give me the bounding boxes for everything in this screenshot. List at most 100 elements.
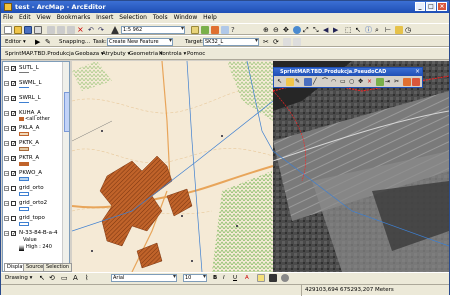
menu-window[interactable]: Window [172, 13, 200, 23]
layer-checkbox[interactable]: ✓ [11, 111, 16, 117]
close-icon[interactable]: × [415, 68, 420, 76]
undo-icon[interactable]: ↶ [88, 26, 96, 34]
cad-move-icon[interactable]: ✥ [358, 78, 366, 86]
font-size-combo[interactable]: 10 [183, 274, 207, 282]
edit-tool-icon[interactable]: ▶ [35, 38, 43, 46]
expand-icon[interactable]: − [4, 156, 9, 162]
layer-checkbox[interactable]: ✓ [11, 66, 16, 72]
save-icon[interactable] [24, 26, 32, 34]
font-color-button[interactable]: A [245, 274, 249, 282]
cad-circle-icon[interactable]: ○ [349, 78, 357, 86]
layer-item[interactable]: − ✓ PKTK_A [3, 139, 69, 153]
expand-icon[interactable]: − [4, 111, 9, 117]
model-builder-icon[interactable] [221, 26, 229, 34]
pan-icon[interactable]: ✥ [283, 26, 291, 34]
drawing-menu[interactable]: Drawing ▾ [5, 274, 32, 282]
redo-icon[interactable]: ↷ [98, 26, 106, 34]
select-features-icon[interactable]: ⬚ [345, 26, 353, 34]
menu-selection[interactable]: Selection [117, 13, 149, 23]
layer-checkbox[interactable]: ✓ [11, 81, 16, 87]
close-button[interactable]: × [437, 2, 447, 11]
maximize-button[interactable]: □ [426, 2, 436, 11]
cut-icon[interactable] [47, 26, 55, 34]
zoom-out-icon[interactable]: ⊖ [273, 26, 281, 34]
menu-kontrola[interactable]: Kontrola ▾ [159, 50, 186, 58]
tab-selection[interactable]: Selection [43, 263, 73, 272]
menu-bookmarks[interactable]: Bookmarks [55, 13, 93, 23]
layer-checkbox[interactable]: ✓ [11, 141, 16, 147]
identify-icon[interactable]: ⓘ [365, 26, 373, 34]
menu-geobaza[interactable]: Geobaza ▾ [75, 50, 104, 58]
toc-scroll-thumb[interactable] [64, 92, 69, 132]
target-combo[interactable]: SK32_L [203, 38, 259, 46]
forward-extent-icon[interactable]: ▶ [333, 26, 341, 34]
rectangle-icon[interactable]: ▭ [61, 274, 69, 282]
cad-save-icon[interactable] [304, 78, 312, 86]
expand-icon[interactable]: − [4, 141, 9, 147]
map-display[interactable] [72, 61, 449, 272]
copy-icon[interactable] [57, 26, 65, 34]
snapping-menu[interactable]: Snapping... [59, 38, 90, 46]
find-icon[interactable]: ⌕ [375, 26, 383, 34]
menu-insert[interactable]: Insert [94, 13, 115, 23]
measure-icon[interactable]: ⊢ [385, 26, 393, 34]
underline-button[interactable]: U [233, 274, 237, 282]
editor-menu[interactable]: Editor ▾ [5, 38, 26, 46]
layer-item[interactable]: − ✓ PKWO_A [3, 169, 69, 183]
layer-item[interactable]: − ✓ PKTR_A [3, 154, 69, 168]
cad-edit-icon[interactable]: ✎ [295, 78, 303, 86]
map-canvas[interactable] [72, 61, 449, 272]
whats-this-icon[interactable]: ? [231, 26, 239, 34]
fixed-zoom-out-icon[interactable]: ⤡ [313, 26, 321, 34]
menu-file[interactable]: File [1, 13, 15, 23]
layer-item[interactable]: − ✓ SUTL_L [3, 64, 69, 78]
fill-color-icon[interactable] [257, 274, 265, 282]
cad-trim-icon[interactable]: ✂ [394, 78, 402, 86]
layer-item[interactable]: − grid_orto [3, 184, 69, 198]
layer-item[interactable]: − ✓ SWRL_L [3, 94, 69, 108]
menu-help[interactable]: Help [201, 13, 219, 23]
arctoolbox-icon[interactable] [201, 26, 209, 34]
expand-icon[interactable]: − [4, 96, 9, 102]
cad-open-icon[interactable] [286, 78, 294, 86]
layer-checkbox[interactable]: ✓ [11, 231, 16, 237]
map-scale-combo[interactable]: 1:5 962 [121, 26, 185, 34]
layer-item[interactable]: − ✓ KUHA_A <all other [3, 109, 69, 123]
time-slider-icon[interactable]: ◷ [405, 26, 413, 34]
cad-line-icon[interactable]: ╱ [313, 78, 321, 86]
menu-edit[interactable]: Edit [17, 13, 33, 23]
expand-icon[interactable]: − [4, 216, 9, 222]
cad-stop-icon[interactable] [412, 78, 420, 86]
text-icon[interactable]: A [73, 274, 81, 282]
cad-close-polygon-icon[interactable] [403, 78, 411, 86]
layer-checkbox[interactable]: ✓ [11, 126, 16, 132]
layer-checkbox[interactable]: ✓ [11, 96, 16, 102]
cad-snap-icon[interactable] [376, 78, 384, 86]
select-elements-icon[interactable]: ↖ [39, 274, 47, 282]
expand-icon[interactable]: − [4, 81, 9, 87]
sketch-properties-icon[interactable] [293, 38, 301, 46]
marker-color-icon[interactable] [281, 274, 289, 282]
cad-pointer-icon[interactable]: ↖ [277, 78, 285, 86]
cad-rectangle-icon[interactable]: ▭ [340, 78, 348, 86]
font-combo[interactable]: Arial [111, 274, 177, 282]
print-icon[interactable] [34, 26, 42, 34]
task-combo[interactable]: Create New Feature [107, 38, 173, 46]
menu-view[interactable]: View [35, 13, 53, 23]
cad-delete-icon[interactable]: × [367, 78, 375, 86]
editor-toolbar-icon[interactable] [191, 26, 199, 34]
cad-arc-icon[interactable]: ◠ [331, 78, 339, 86]
expand-icon[interactable]: − [4, 66, 9, 72]
layer-item[interactable]: − grid_orto2 [3, 199, 69, 213]
layer-item[interactable]: − ✓ N-33-84-B-a-4 Value High : 240 [3, 229, 69, 259]
pseudocad-floating-toolbar[interactable]: SprintMAP.TBD.Produkcja.PseudoCAD × ↖ ✎ … [273, 67, 423, 88]
layer-item[interactable]: − grid_topo [3, 214, 69, 228]
cad-polyline-icon[interactable]: ⌒ [322, 78, 330, 86]
layer-checkbox[interactable] [11, 201, 16, 206]
fixed-zoom-in-icon[interactable]: ⤢ [303, 26, 311, 34]
layer-checkbox[interactable] [11, 186, 16, 191]
expand-icon[interactable]: − [4, 171, 9, 177]
layer-checkbox[interactable]: ✓ [11, 171, 16, 177]
full-extent-icon[interactable] [293, 26, 301, 34]
open-folder-icon[interactable] [14, 26, 22, 34]
